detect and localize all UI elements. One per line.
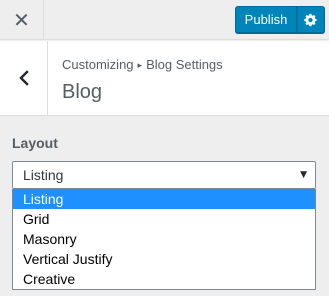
layout-select[interactable]: Listing ▼ xyxy=(12,161,316,189)
breadcrumb-current: Blog Settings xyxy=(146,57,223,72)
layout-option-grid[interactable]: Grid xyxy=(13,209,315,229)
chevron-left-icon xyxy=(18,70,29,86)
layout-options-list: Listing Grid Masonry Vertical Justify Cr… xyxy=(12,189,316,290)
layout-option-creative[interactable]: Creative xyxy=(13,269,315,289)
customizer-topbar: ✕ Publish xyxy=(0,0,329,40)
breadcrumb-root: Customizing xyxy=(62,57,134,72)
page-title: Blog xyxy=(62,81,103,103)
breadcrumb: Customizing ▸ Blog Settings xyxy=(62,57,223,72)
section-header: Customizing ▸ Blog Settings Blog xyxy=(0,41,329,116)
layout-option-vertical-justify[interactable]: Vertical Justify xyxy=(13,249,315,269)
gear-icon xyxy=(304,13,317,26)
layout-label: Layout xyxy=(12,135,58,151)
layout-option-masonry[interactable]: Masonry xyxy=(13,229,315,249)
publish-settings-button[interactable] xyxy=(297,6,325,33)
layout-option-listing[interactable]: Listing xyxy=(13,189,315,209)
triangle-right-icon: ▸ xyxy=(137,61,143,71)
close-button[interactable]: ✕ xyxy=(0,0,44,40)
back-button[interactable] xyxy=(0,41,48,115)
publish-button[interactable]: Publish xyxy=(235,6,297,33)
close-icon: ✕ xyxy=(13,8,30,32)
layout-select-value: Listing xyxy=(23,167,64,183)
dropdown-arrow-icon: ▼ xyxy=(300,170,307,180)
